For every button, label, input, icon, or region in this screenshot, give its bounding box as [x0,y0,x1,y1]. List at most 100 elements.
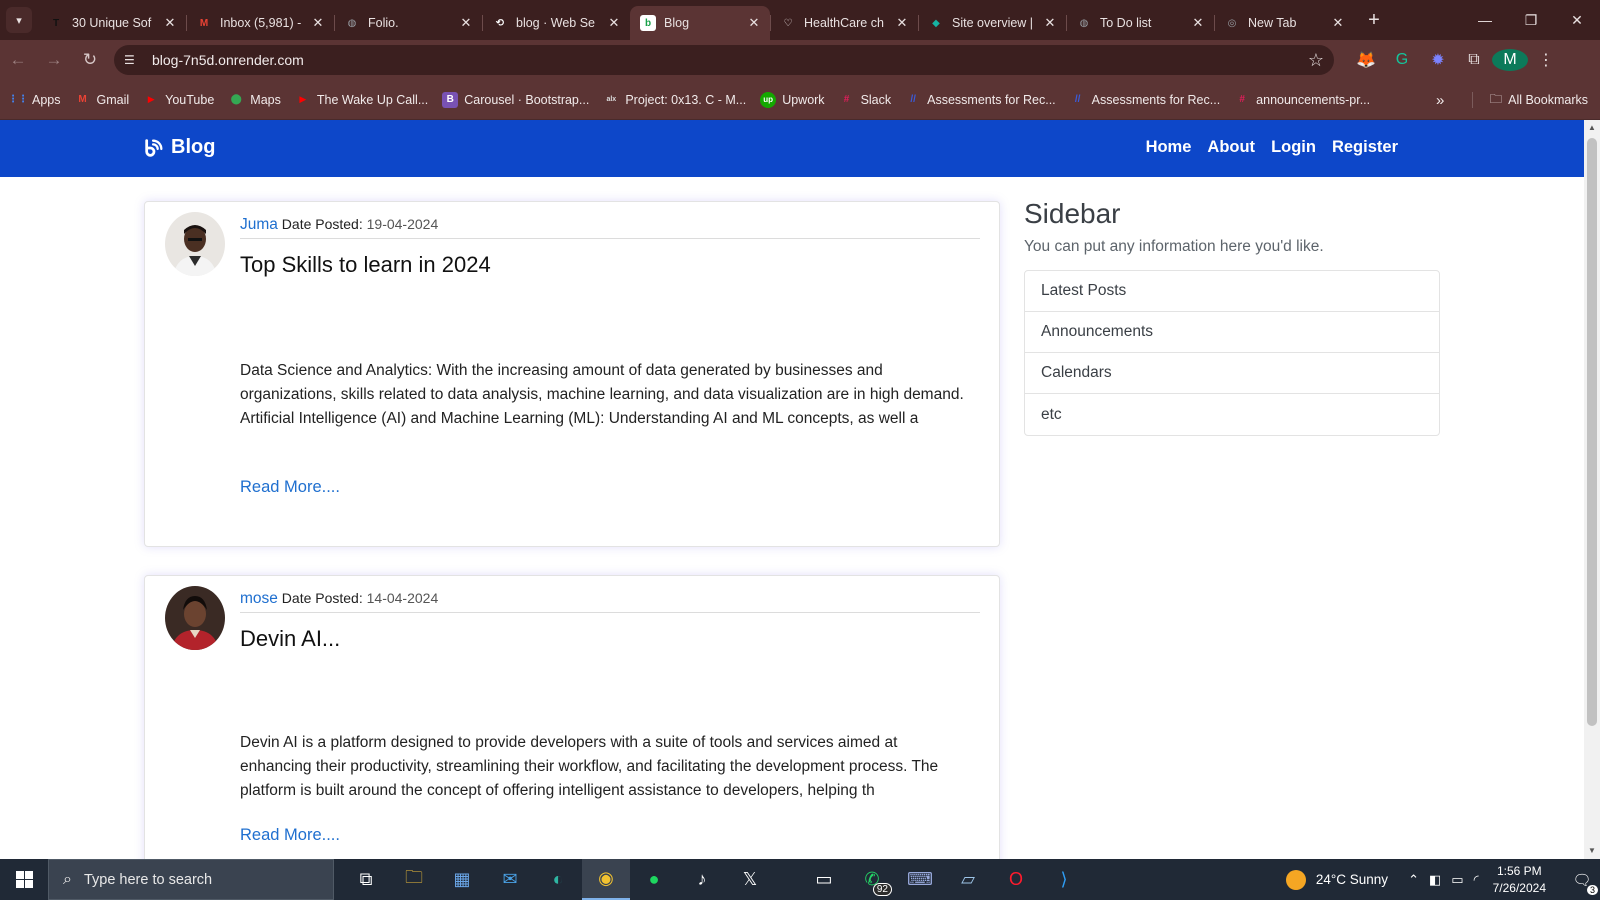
chevron-up-icon[interactable]: ⌃ [1408,872,1419,888]
page-scrollbar[interactable]: ▲ ▼ [1584,120,1600,859]
notes-app-icon[interactable]: ▱ [944,859,992,900]
opera-icon[interactable]: O [992,859,1040,900]
clock[interactable]: 1:56 PM 7/26/2024 [1493,863,1546,897]
browser-tab[interactable]: ◆ Site overview | ✕ [918,6,1066,40]
chrome-icon[interactable]: ◉ [582,859,630,900]
close-tab-icon[interactable]: ✕ [1042,15,1058,31]
microsoft-store-icon[interactable]: ▦ [438,859,486,900]
weather-widget[interactable]: 24°C Sunny [1285,869,1388,890]
author-avatar[interactable] [165,586,225,650]
bookmark-item[interactable]: up Upwork [760,91,825,108]
sidebar-item-etc[interactable]: etc [1025,394,1439,435]
reload-button[interactable]: ↻ [72,50,108,70]
bookmark-item[interactable]: ▶ The Wake Up Call... [295,92,428,108]
tab-search-button[interactable]: ▾ [6,7,32,33]
browser-tab[interactable]: M Inbox (5,981) - ✕ [186,6,334,40]
extension-gear-icon[interactable]: ✹ [1420,50,1456,70]
bookmark-item[interactable]: ⋮⋮ Apps [8,92,61,108]
bookmark-item[interactable]: // Assessments for Rec... [905,92,1055,108]
scrollbar-thumb[interactable] [1587,138,1597,726]
back-button[interactable]: ← [0,50,36,70]
sidebar-item-calendars[interactable]: Calendars [1025,353,1439,394]
x-icon[interactable]: 𝕏 [726,859,774,900]
nav-home-link[interactable]: Home [1146,138,1192,157]
edge-icon[interactable]: ◐ [534,859,582,900]
browser-tab[interactable]: ♡ HealthCare ch ✕ [770,6,918,40]
close-tab-icon[interactable]: ✕ [310,15,326,31]
post-title[interactable]: Top Skills to learn in 2024 [240,252,491,278]
author-photo-icon [165,586,225,650]
close-tab-icon[interactable]: ✕ [1330,15,1346,31]
windows-logo-icon [15,871,33,888]
wifi-icon[interactable]: ◜ [1474,872,1479,888]
bookmark-label: YouTube [165,92,215,107]
new-tab-button[interactable]: + [1360,9,1388,32]
nav-login-link[interactable]: Login [1271,138,1316,157]
close-tab-icon[interactable]: ✕ [1190,15,1206,31]
bookmark-item[interactable]: ⬤ Maps [228,92,281,108]
browser-tab[interactable]: ◎ New Tab ✕ [1214,6,1354,40]
bootstrap-icon: B [442,91,459,108]
bookmark-star-icon[interactable]: ☆ [1308,50,1324,71]
close-tab-icon[interactable]: ✕ [746,15,762,31]
close-tab-icon[interactable]: ✕ [162,15,178,31]
all-bookmarks[interactable]: 🗀 All Bookmarks [1490,80,1588,120]
url-text[interactable]: blog-7n5d.onrender.com [152,52,1308,68]
start-button[interactable] [0,859,48,900]
bookmark-item[interactable]: alx Project: 0x13. C - M... [603,92,746,108]
bookmark-item[interactable]: B Carousel · Bootstrap... [442,91,589,108]
forward-button[interactable]: → [36,50,72,70]
vscode-icon[interactable]: ⟩ [1040,859,1088,900]
post-author-link[interactable]: mose [240,590,278,607]
terminal-icon[interactable]: ▭ [800,859,848,900]
browser-tab[interactable]: b Blog ✕ [630,6,770,40]
notification-center-icon[interactable]: 🗨 3 [1564,871,1600,895]
author-avatar[interactable] [165,212,225,276]
file-explorer-icon[interactable]: 🗀 [390,859,438,900]
task-view-icon[interactable]: ⧉ [342,859,390,900]
taskbar-search-box[interactable]: ⌕ Type here to search [48,859,334,900]
scroll-up-icon[interactable]: ▲ [1584,120,1600,136]
extensions-puzzle-icon[interactable]: ⧉ [1456,51,1492,69]
sidebar-item-announcements[interactable]: Announcements [1025,312,1439,353]
site-info-icon[interactable]: ☰ [124,53,148,67]
dev-app-icon[interactable]: ⌨ [896,859,944,900]
close-tab-icon[interactable]: ✕ [894,15,910,31]
sidebar-item-latest-posts[interactable]: Latest Posts [1025,271,1439,312]
post-title[interactable]: Devin AI... [240,626,340,652]
bookmark-item[interactable]: M Gmail [75,92,129,108]
close-tab-icon[interactable]: ✕ [458,15,474,31]
browser-tab[interactable]: T 30 Unique Sof ✕ [38,6,186,40]
window-controls: — ❐ ✕ [1462,0,1600,40]
mail-icon[interactable]: ✉ [486,859,534,900]
minimize-icon[interactable]: — [1462,0,1508,40]
metamask-icon[interactable]: 🦊 [1348,50,1384,70]
omnibox[interactable]: ☰ blog-7n5d.onrender.com ☆ [114,45,1334,75]
profile-avatar[interactable]: M [1492,49,1528,71]
scroll-down-icon[interactable]: ▼ [1584,843,1600,859]
nav-register-link[interactable]: Register [1332,138,1398,157]
grammarly-icon[interactable]: G [1384,51,1420,69]
read-more-link[interactable]: Read More.... [240,478,340,497]
site-brand[interactable]: Blog [143,136,215,159]
bookmark-item[interactable]: # announcements-pr... [1234,92,1370,108]
restore-icon[interactable]: ❐ [1508,0,1554,40]
browser-tab[interactable]: ◍ Folio. ✕ [334,6,482,40]
read-more-link[interactable]: Read More.... [240,826,340,845]
bookmark-item[interactable]: // Assessments for Rec... [1070,92,1220,108]
tiktok-icon[interactable]: ♪ [678,859,726,900]
close-tab-icon[interactable]: ✕ [606,15,622,31]
post-author-link[interactable]: Juma [240,216,278,233]
browser-tab[interactable]: ◍ To Do list ✕ [1066,6,1214,40]
whatsapp-icon[interactable]: ✆ 92 [848,859,896,900]
nav-about-link[interactable]: About [1207,138,1255,157]
spotify-icon[interactable]: ● [630,859,678,900]
bookmark-item[interactable]: ▶ YouTube [143,92,215,108]
more-bookmarks-icon[interactable]: » [1436,80,1444,120]
meet-now-icon[interactable]: ◧ [1429,872,1441,888]
menu-kebab-icon[interactable]: ⋮ [1528,50,1564,70]
bookmark-item[interactable]: # Slack [839,92,891,108]
battery-icon[interactable]: ▭ [1451,872,1463,888]
browser-tab[interactable]: ⟲ blog · Web Se ✕ [482,6,630,40]
close-window-icon[interactable]: ✕ [1554,0,1600,40]
